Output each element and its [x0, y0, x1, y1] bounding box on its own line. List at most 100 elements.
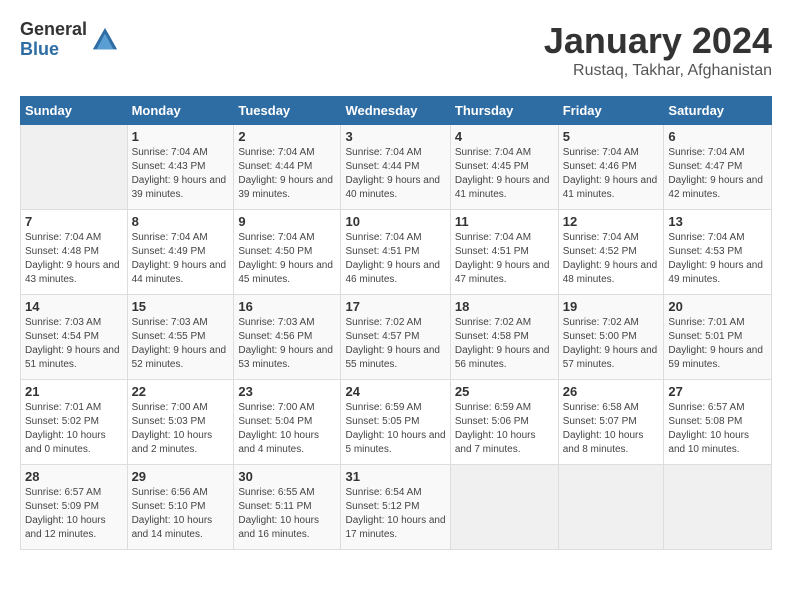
calendar-cell: 13 Sunrise: 7:04 AMSunset: 4:53 PMDayligh… — [664, 210, 772, 295]
day-info: Sunrise: 7:03 AMSunset: 4:55 PMDaylight:… — [132, 316, 230, 372]
day-number: 3 — [345, 129, 445, 144]
day-number: 13 — [668, 214, 767, 229]
calendar-cell: 8 Sunrise: 7:04 AMSunset: 4:49 PMDaylight… — [127, 210, 234, 295]
calendar-cell: 11 Sunrise: 7:04 AMSunset: 4:51 PMDayligh… — [450, 210, 558, 295]
day-info: Sunrise: 7:04 AMSunset: 4:53 PMDaylight:… — [668, 231, 767, 287]
day-number: 24 — [345, 384, 445, 399]
day-info: Sunrise: 7:02 AMSunset: 4:58 PMDaylight:… — [455, 316, 554, 372]
calendar-cell — [558, 465, 664, 550]
calendar-cell: 26 Sunrise: 6:58 AMSunset: 5:07 PMDayligh… — [558, 380, 664, 465]
calendar-cell: 29Sunrise: 6:56 AMSunset: 5:10 PMDayligh… — [127, 465, 234, 550]
week-row: 28Sunrise: 6:57 AMSunset: 5:09 PMDayligh… — [21, 465, 772, 550]
logo-icon — [91, 26, 119, 54]
calendar-cell: 30 Sunrise: 6:55 AMSunset: 5:11 PMDayligh… — [234, 465, 341, 550]
day-info: Sunrise: 6:55 AMSunset: 5:11 PMDaylight:… — [238, 486, 336, 542]
day-number: 20 — [668, 299, 767, 314]
day-info: Sunrise: 7:03 AMSunset: 4:54 PMDaylight:… — [25, 316, 123, 372]
day-number: 8 — [132, 214, 230, 229]
week-row: 1 Sunrise: 7:04 AMSunset: 4:43 PMDaylight… — [21, 125, 772, 210]
page-header: General Blue January 2024 Rustaq, Takhar… — [20, 20, 772, 80]
day-number: 6 — [668, 129, 767, 144]
day-info: Sunrise: 7:04 AMSunset: 4:46 PMDaylight:… — [563, 146, 660, 202]
calendar-cell: 15Sunrise: 7:03 AMSunset: 4:55 PMDayligh… — [127, 295, 234, 380]
day-info: Sunrise: 7:04 AMSunset: 4:44 PMDaylight:… — [238, 146, 336, 202]
day-number: 4 — [455, 129, 554, 144]
calendar-cell: 7Sunrise: 7:04 AMSunset: 4:48 PMDaylight… — [21, 210, 128, 295]
calendar-cell: 18 Sunrise: 7:02 AMSunset: 4:58 PMDayligh… — [450, 295, 558, 380]
day-number: 25 — [455, 384, 554, 399]
day-number: 9 — [238, 214, 336, 229]
logo-text: General Blue — [20, 20, 87, 60]
calendar-cell — [664, 465, 772, 550]
calendar-table: SundayMondayTuesdayWednesdayThursdayFrid… — [20, 96, 772, 550]
calendar-cell: 31Sunrise: 6:54 AMSunset: 5:12 PMDayligh… — [341, 465, 450, 550]
calendar-header: SundayMondayTuesdayWednesdayThursdayFrid… — [21, 97, 772, 125]
day-number: 30 — [238, 469, 336, 484]
day-number: 12 — [563, 214, 660, 229]
day-info: Sunrise: 7:04 AMSunset: 4:51 PMDaylight:… — [455, 231, 554, 287]
header-sunday: Sunday — [21, 97, 128, 125]
day-number: 18 — [455, 299, 554, 314]
day-number: 17 — [345, 299, 445, 314]
day-info: Sunrise: 7:04 AMSunset: 4:48 PMDaylight:… — [25, 231, 123, 287]
day-number: 21 — [25, 384, 123, 399]
day-info: Sunrise: 7:04 AMSunset: 4:45 PMDaylight:… — [455, 146, 554, 202]
calendar-cell: 3 Sunrise: 7:04 AMSunset: 4:44 PMDaylight… — [341, 125, 450, 210]
main-title: January 2024 — [544, 20, 772, 62]
day-number: 22 — [132, 384, 230, 399]
day-number: 1 — [132, 129, 230, 144]
day-info: Sunrise: 7:01 AMSunset: 5:01 PMDaylight:… — [668, 316, 767, 372]
day-info: Sunrise: 7:04 AMSunset: 4:44 PMDaylight:… — [345, 146, 445, 202]
day-info: Sunrise: 7:04 AMSunset: 4:50 PMDaylight:… — [238, 231, 336, 287]
day-info: Sunrise: 6:59 AMSunset: 5:05 PMDaylight:… — [345, 401, 445, 457]
day-info: Sunrise: 6:57 AMSunset: 5:08 PMDaylight:… — [668, 401, 767, 457]
header-wednesday: Wednesday — [341, 97, 450, 125]
calendar-cell: 6 Sunrise: 7:04 AMSunset: 4:47 PMDaylight… — [664, 125, 772, 210]
week-row: 7Sunrise: 7:04 AMSunset: 4:48 PMDaylight… — [21, 210, 772, 295]
logo: General Blue — [20, 20, 119, 60]
day-info: Sunrise: 7:04 AMSunset: 4:49 PMDaylight:… — [132, 231, 230, 287]
day-info: Sunrise: 7:03 AMSunset: 4:56 PMDaylight:… — [238, 316, 336, 372]
day-number: 27 — [668, 384, 767, 399]
day-number: 16 — [238, 299, 336, 314]
header-saturday: Saturday — [664, 97, 772, 125]
day-info: Sunrise: 7:04 AMSunset: 4:43 PMDaylight:… — [132, 146, 230, 202]
header-friday: Friday — [558, 97, 664, 125]
calendar-cell: 22Sunrise: 7:00 AMSunset: 5:03 PMDayligh… — [127, 380, 234, 465]
day-info: Sunrise: 7:02 AMSunset: 5:00 PMDaylight:… — [563, 316, 660, 372]
day-number: 5 — [563, 129, 660, 144]
day-info: Sunrise: 7:02 AMSunset: 4:57 PMDaylight:… — [345, 316, 445, 372]
calendar-cell: 20 Sunrise: 7:01 AMSunset: 5:01 PMDayligh… — [664, 295, 772, 380]
logo-blue: Blue — [20, 40, 87, 60]
calendar-cell: 25 Sunrise: 6:59 AMSunset: 5:06 PMDayligh… — [450, 380, 558, 465]
day-number: 31 — [345, 469, 445, 484]
day-number: 11 — [455, 214, 554, 229]
day-info: Sunrise: 6:59 AMSunset: 5:06 PMDaylight:… — [455, 401, 554, 457]
calendar-cell: 2 Sunrise: 7:04 AMSunset: 4:44 PMDaylight… — [234, 125, 341, 210]
header-thursday: Thursday — [450, 97, 558, 125]
week-row: 21 Sunrise: 7:01 AMSunset: 5:02 PMDayligh… — [21, 380, 772, 465]
day-number: 29 — [132, 469, 230, 484]
calendar-cell: 14 Sunrise: 7:03 AMSunset: 4:54 PMDayligh… — [21, 295, 128, 380]
calendar-cell: 16 Sunrise: 7:03 AMSunset: 4:56 PMDayligh… — [234, 295, 341, 380]
day-number: 28 — [25, 469, 123, 484]
day-info: Sunrise: 7:00 AMSunset: 5:04 PMDaylight:… — [238, 401, 336, 457]
calendar-body: 1 Sunrise: 7:04 AMSunset: 4:43 PMDaylight… — [21, 125, 772, 550]
calendar-cell: 5 Sunrise: 7:04 AMSunset: 4:46 PMDaylight… — [558, 125, 664, 210]
week-row: 14 Sunrise: 7:03 AMSunset: 4:54 PMDayligh… — [21, 295, 772, 380]
calendar-cell — [450, 465, 558, 550]
day-number: 2 — [238, 129, 336, 144]
day-number: 14 — [25, 299, 123, 314]
calendar-cell: 17 Sunrise: 7:02 AMSunset: 4:57 PMDayligh… — [341, 295, 450, 380]
day-info: Sunrise: 7:04 AMSunset: 4:47 PMDaylight:… — [668, 146, 767, 202]
subtitle: Rustaq, Takhar, Afghanistan — [544, 62, 772, 80]
day-info: Sunrise: 7:04 AMSunset: 4:52 PMDaylight:… — [563, 231, 660, 287]
day-info: Sunrise: 7:01 AMSunset: 5:02 PMDaylight:… — [25, 401, 123, 457]
day-info: Sunrise: 6:58 AMSunset: 5:07 PMDaylight:… — [563, 401, 660, 457]
title-section: January 2024 Rustaq, Takhar, Afghanistan — [544, 20, 772, 80]
day-number: 19 — [563, 299, 660, 314]
day-info: Sunrise: 7:04 AMSunset: 4:51 PMDaylight:… — [345, 231, 445, 287]
day-number: 26 — [563, 384, 660, 399]
calendar-cell — [21, 125, 128, 210]
day-number: 23 — [238, 384, 336, 399]
